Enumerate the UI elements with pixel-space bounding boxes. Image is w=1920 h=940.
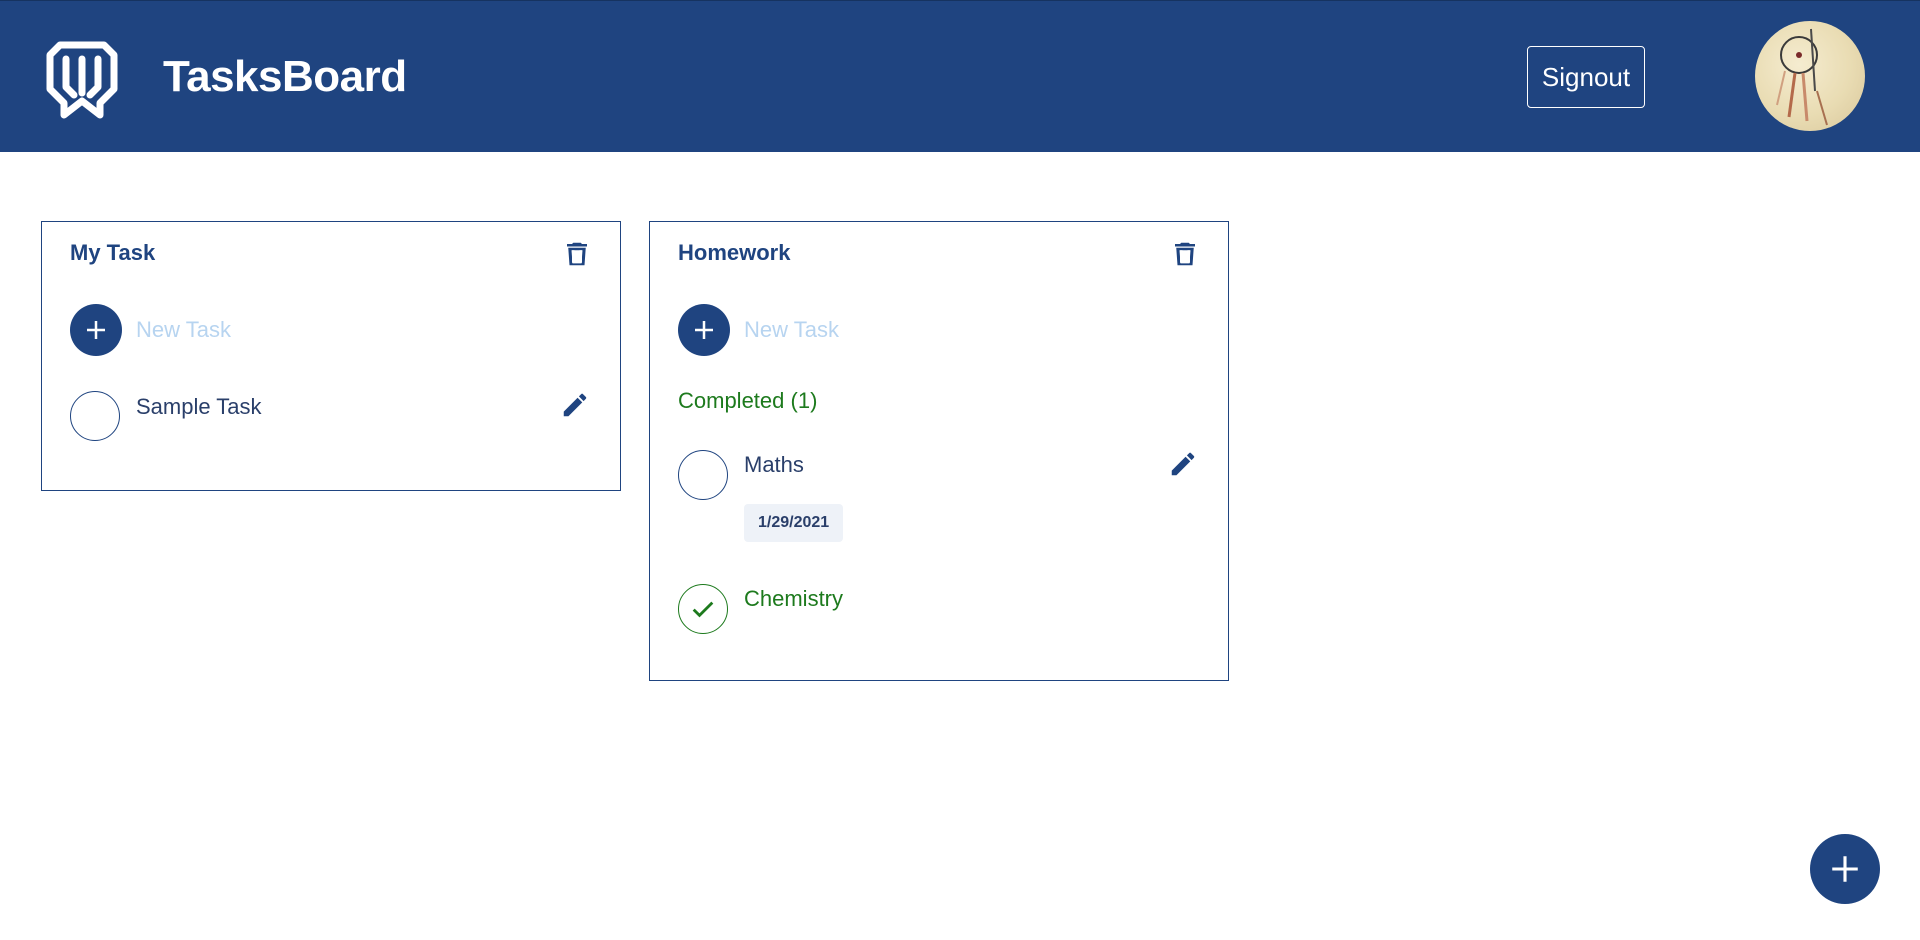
top-bar: TasksBoard Signout [0,0,1920,152]
edit-pencil-icon[interactable] [560,390,590,420]
list-title: Homework [678,240,791,265]
due-date-chip[interactable]: 1/29/2021 [744,504,844,542]
list-title: My Task [70,240,156,265]
tasksboard-logo-icon [46,41,118,119]
task-complete-toggle[interactable] [678,450,728,500]
completed-section-toggle[interactable]: Completed (1) [678,388,817,414]
signout-button[interactable]: Signout [1527,46,1645,108]
user-avatar[interactable] [1755,21,1865,131]
task-list-card: My Task Sample Task [41,221,621,491]
task-complete-toggle[interactable] [70,391,120,441]
app-title: TasksBoard [163,52,407,101]
trash-icon[interactable] [1170,239,1200,269]
add-list-fab[interactable] [1810,834,1880,904]
plus-icon [1832,856,1858,882]
task-complete-toggle[interactable] [678,584,728,634]
add-task-button[interactable] [70,304,122,356]
task-title: Maths [744,452,804,477]
trash-icon[interactable] [562,239,592,269]
new-task-input[interactable] [136,310,536,350]
checkmark-icon [692,601,714,618]
plus-icon [87,321,105,339]
task-title: Chemistry [744,586,844,611]
task-list-card: Homework Completed (1) Maths 1/29/2021 C… [649,221,1229,681]
add-task-button[interactable] [678,304,730,356]
dreamcatcher-image [1776,28,1828,126]
edit-pencil-icon[interactable] [1168,449,1198,479]
plus-icon [695,321,713,339]
task-title: Sample Task [136,394,262,419]
new-task-input[interactable] [744,310,1144,350]
